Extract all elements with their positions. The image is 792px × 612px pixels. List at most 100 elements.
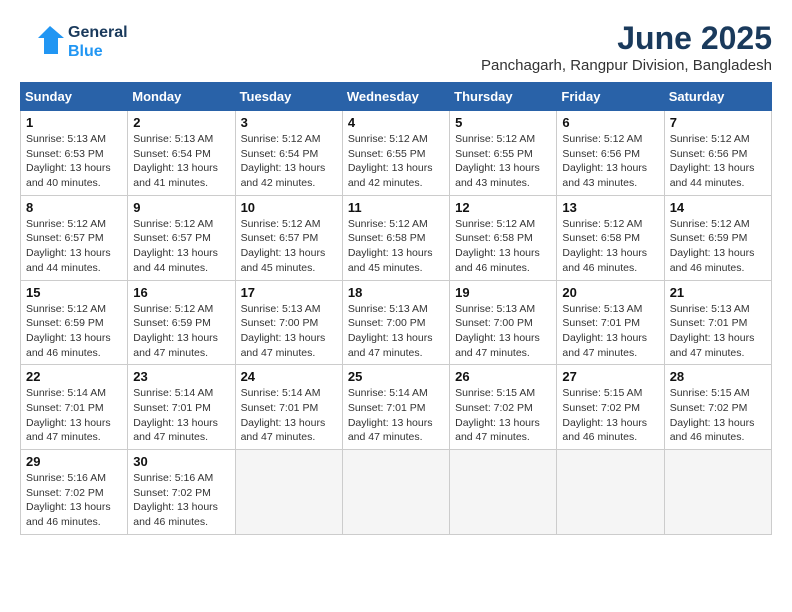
calendar-day-23: 23 Sunrise: 5:14 AM Sunset: 7:01 PM Dayl… [128, 365, 235, 450]
day-header-saturday: Saturday [664, 83, 771, 111]
day-info: Sunrise: 5:12 AM Sunset: 6:58 PM Dayligh… [562, 217, 658, 276]
day-header-sunday: Sunday [21, 83, 128, 111]
day-info: Sunrise: 5:12 AM Sunset: 6:57 PM Dayligh… [26, 217, 122, 276]
calendar-day-16: 16 Sunrise: 5:12 AM Sunset: 6:59 PM Dayl… [128, 280, 235, 365]
day-info: Sunrise: 5:12 AM Sunset: 6:59 PM Dayligh… [133, 302, 229, 361]
day-header-tuesday: Tuesday [235, 83, 342, 111]
day-number: 13 [562, 200, 658, 215]
logo-svg [20, 20, 64, 64]
day-number: 14 [670, 200, 766, 215]
day-number: 17 [241, 285, 337, 300]
day-info: Sunrise: 5:12 AM Sunset: 6:59 PM Dayligh… [26, 302, 122, 361]
day-info: Sunrise: 5:12 AM Sunset: 6:55 PM Dayligh… [348, 132, 444, 191]
day-number: 22 [26, 369, 122, 384]
calendar-day-29: 29 Sunrise: 5:16 AM Sunset: 7:02 PM Dayl… [21, 450, 128, 535]
day-number: 30 [133, 454, 229, 469]
calendar-day-22: 22 Sunrise: 5:14 AM Sunset: 7:01 PM Dayl… [21, 365, 128, 450]
calendar-week-3: 15 Sunrise: 5:12 AM Sunset: 6:59 PM Dayl… [21, 280, 772, 365]
day-header-friday: Friday [557, 83, 664, 111]
day-info: Sunrise: 5:13 AM Sunset: 6:54 PM Dayligh… [133, 132, 229, 191]
day-info: Sunrise: 5:14 AM Sunset: 7:01 PM Dayligh… [241, 386, 337, 445]
logo-line2: Blue [68, 42, 128, 61]
calendar-day-7: 7 Sunrise: 5:12 AM Sunset: 6:56 PM Dayli… [664, 111, 771, 196]
day-info: Sunrise: 5:13 AM Sunset: 6:53 PM Dayligh… [26, 132, 122, 191]
empty-cell [235, 450, 342, 535]
day-info: Sunrise: 5:12 AM Sunset: 6:56 PM Dayligh… [562, 132, 658, 191]
day-number: 18 [348, 285, 444, 300]
calendar-day-2: 2 Sunrise: 5:13 AM Sunset: 6:54 PM Dayli… [128, 111, 235, 196]
day-number: 28 [670, 369, 766, 384]
day-info: Sunrise: 5:14 AM Sunset: 7:01 PM Dayligh… [348, 386, 444, 445]
day-number: 25 [348, 369, 444, 384]
day-number: 3 [241, 115, 337, 130]
day-info: Sunrise: 5:12 AM Sunset: 6:57 PM Dayligh… [241, 217, 337, 276]
empty-cell [450, 450, 557, 535]
calendar-day-15: 15 Sunrise: 5:12 AM Sunset: 6:59 PM Dayl… [21, 280, 128, 365]
calendar-day-3: 3 Sunrise: 5:12 AM Sunset: 6:54 PM Dayli… [235, 111, 342, 196]
calendar-day-10: 10 Sunrise: 5:12 AM Sunset: 6:57 PM Dayl… [235, 195, 342, 280]
day-number: 6 [562, 115, 658, 130]
day-info: Sunrise: 5:12 AM Sunset: 6:58 PM Dayligh… [455, 217, 551, 276]
day-number: 16 [133, 285, 229, 300]
calendar-day-12: 12 Sunrise: 5:12 AM Sunset: 6:58 PM Dayl… [450, 195, 557, 280]
day-number: 7 [670, 115, 766, 130]
day-info: Sunrise: 5:15 AM Sunset: 7:02 PM Dayligh… [670, 386, 766, 445]
empty-cell [557, 450, 664, 535]
day-info: Sunrise: 5:12 AM Sunset: 6:56 PM Dayligh… [670, 132, 766, 191]
day-info: Sunrise: 5:12 AM Sunset: 6:57 PM Dayligh… [133, 217, 229, 276]
month-title: June 2025 [481, 20, 772, 57]
day-header-wednesday: Wednesday [342, 83, 449, 111]
calendar-day-19: 19 Sunrise: 5:13 AM Sunset: 7:00 PM Dayl… [450, 280, 557, 365]
location-title: Panchagarh, Rangpur Division, Bangladesh [481, 57, 772, 74]
day-number: 20 [562, 285, 658, 300]
calendar-day-21: 21 Sunrise: 5:13 AM Sunset: 7:01 PM Dayl… [664, 280, 771, 365]
day-number: 1 [26, 115, 122, 130]
calendar-week-1: 1 Sunrise: 5:13 AM Sunset: 6:53 PM Dayli… [21, 111, 772, 196]
calendar-week-4: 22 Sunrise: 5:14 AM Sunset: 7:01 PM Dayl… [21, 365, 772, 450]
day-info: Sunrise: 5:13 AM Sunset: 7:01 PM Dayligh… [670, 302, 766, 361]
calendar-day-11: 11 Sunrise: 5:12 AM Sunset: 6:58 PM Dayl… [342, 195, 449, 280]
day-number: 12 [455, 200, 551, 215]
calendar-day-28: 28 Sunrise: 5:15 AM Sunset: 7:02 PM Dayl… [664, 365, 771, 450]
day-number: 23 [133, 369, 229, 384]
calendar-day-4: 4 Sunrise: 5:12 AM Sunset: 6:55 PM Dayli… [342, 111, 449, 196]
day-number: 29 [26, 454, 122, 469]
day-number: 15 [26, 285, 122, 300]
calendar-header-row: SundayMondayTuesdayWednesdayThursdayFrid… [21, 83, 772, 111]
day-number: 19 [455, 285, 551, 300]
calendar-day-6: 6 Sunrise: 5:12 AM Sunset: 6:56 PM Dayli… [557, 111, 664, 196]
day-number: 9 [133, 200, 229, 215]
day-number: 11 [348, 200, 444, 215]
calendar-day-20: 20 Sunrise: 5:13 AM Sunset: 7:01 PM Dayl… [557, 280, 664, 365]
calendar-day-18: 18 Sunrise: 5:13 AM Sunset: 7:00 PM Dayl… [342, 280, 449, 365]
day-number: 10 [241, 200, 337, 215]
day-number: 8 [26, 200, 122, 215]
day-info: Sunrise: 5:13 AM Sunset: 7:00 PM Dayligh… [455, 302, 551, 361]
calendar-week-2: 8 Sunrise: 5:12 AM Sunset: 6:57 PM Dayli… [21, 195, 772, 280]
logo: General Blue [20, 20, 128, 64]
calendar-day-5: 5 Sunrise: 5:12 AM Sunset: 6:55 PM Dayli… [450, 111, 557, 196]
empty-cell [664, 450, 771, 535]
calendar-table: SundayMondayTuesdayWednesdayThursdayFrid… [20, 82, 772, 535]
calendar-day-1: 1 Sunrise: 5:13 AM Sunset: 6:53 PM Dayli… [21, 111, 128, 196]
day-info: Sunrise: 5:12 AM Sunset: 6:59 PM Dayligh… [670, 217, 766, 276]
day-number: 26 [455, 369, 551, 384]
empty-cell [342, 450, 449, 535]
day-info: Sunrise: 5:13 AM Sunset: 7:00 PM Dayligh… [348, 302, 444, 361]
day-info: Sunrise: 5:14 AM Sunset: 7:01 PM Dayligh… [133, 386, 229, 445]
day-header-monday: Monday [128, 83, 235, 111]
title-area: June 2025 Panchagarh, Rangpur Division, … [481, 20, 772, 74]
day-number: 24 [241, 369, 337, 384]
calendar-day-13: 13 Sunrise: 5:12 AM Sunset: 6:58 PM Dayl… [557, 195, 664, 280]
day-info: Sunrise: 5:13 AM Sunset: 7:00 PM Dayligh… [241, 302, 337, 361]
calendar-day-24: 24 Sunrise: 5:14 AM Sunset: 7:01 PM Dayl… [235, 365, 342, 450]
header: General Blue June 2025 Panchagarh, Rangp… [20, 20, 772, 74]
calendar-day-8: 8 Sunrise: 5:12 AM Sunset: 6:57 PM Dayli… [21, 195, 128, 280]
calendar-day-25: 25 Sunrise: 5:14 AM Sunset: 7:01 PM Dayl… [342, 365, 449, 450]
day-info: Sunrise: 5:16 AM Sunset: 7:02 PM Dayligh… [133, 471, 229, 530]
day-info: Sunrise: 5:15 AM Sunset: 7:02 PM Dayligh… [455, 386, 551, 445]
day-number: 2 [133, 115, 229, 130]
day-info: Sunrise: 5:12 AM Sunset: 6:58 PM Dayligh… [348, 217, 444, 276]
day-number: 27 [562, 369, 658, 384]
day-header-thursday: Thursday [450, 83, 557, 111]
